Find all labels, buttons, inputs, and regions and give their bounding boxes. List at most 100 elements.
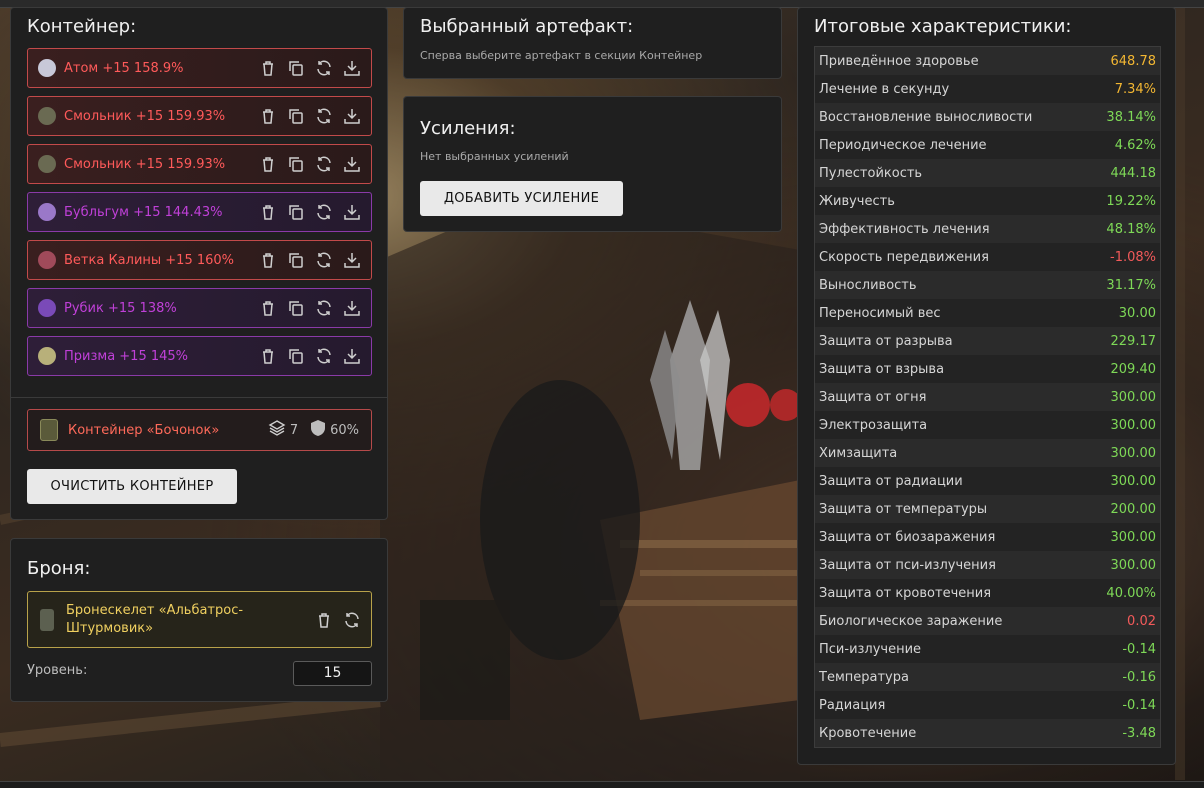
replace-icon[interactable]	[315, 203, 333, 221]
level-input[interactable]: 15	[293, 661, 372, 686]
artifact-item[interactable]: Ветка Калины +15 160%	[27, 240, 372, 280]
kalina-branch-artifact-icon	[38, 251, 56, 269]
download-icon[interactable]	[343, 107, 361, 125]
replace-icon[interactable]	[315, 107, 333, 125]
stat-value: -0.16	[1122, 669, 1156, 685]
artifact-actions	[259, 155, 361, 173]
trash-icon[interactable]	[259, 155, 277, 173]
copy-icon[interactable]	[287, 107, 305, 125]
download-icon[interactable]	[343, 347, 361, 365]
copy-icon[interactable]	[287, 347, 305, 365]
trash-icon[interactable]	[259, 347, 277, 365]
trash-icon[interactable]	[259, 203, 277, 221]
stat-row: Лечение в секунду 7.34%	[815, 75, 1160, 103]
smolnik-artifact-icon	[38, 107, 56, 125]
armor-item[interactable]: Бронескелет «Альбатрос-Штурмовик»	[27, 591, 372, 648]
stat-row: Скорость передвижения -1.08%	[815, 243, 1160, 271]
download-icon[interactable]	[343, 155, 361, 173]
stat-row: Химзащита 300.00	[815, 439, 1160, 467]
copy-icon[interactable]	[287, 251, 305, 269]
stat-name: Защита от радиации	[819, 473, 963, 489]
artifact-label: Бубльгум +15 144.43%	[64, 204, 223, 220]
copy-icon[interactable]	[287, 299, 305, 317]
download-icon[interactable]	[343, 59, 361, 77]
container-panel: Контейнер: Атом +15 158.9% Смольник +15 1…	[10, 7, 388, 520]
stat-row: Эффективность лечения 48.18%	[815, 215, 1160, 243]
stat-name: Выносливость	[819, 277, 917, 293]
stat-name: Восстановление выносливости	[819, 109, 1033, 125]
artifact-item[interactable]: Смольник +15 159.93%	[27, 144, 372, 184]
stat-name: Скорость передвижения	[819, 249, 989, 265]
trash-icon[interactable]	[315, 611, 333, 629]
stat-value: 444.18	[1110, 165, 1157, 181]
replace-icon[interactable]	[315, 347, 333, 365]
replace-icon[interactable]	[343, 611, 361, 629]
download-icon[interactable]	[343, 203, 361, 221]
stat-name: Живучесть	[819, 193, 895, 209]
smolnik-artifact-icon	[38, 155, 56, 173]
exoskeleton-armor-icon	[40, 608, 54, 631]
stat-value: 300.00	[1110, 557, 1157, 573]
replace-icon[interactable]	[315, 59, 333, 77]
stat-value: 300.00	[1110, 473, 1157, 489]
stat-row: Температура -0.16	[815, 663, 1160, 691]
clear-container-button[interactable]: ОЧИСТИТЬ КОНТЕЙНЕР	[27, 469, 237, 504]
container-slots: 7	[289, 422, 299, 438]
copy-icon[interactable]	[287, 155, 305, 173]
stat-name: Электрозащита	[819, 417, 928, 433]
stat-value: -1.08%	[1110, 249, 1156, 265]
stat-value: 300.00	[1110, 445, 1157, 461]
stat-row: Электрозащита 300.00	[815, 411, 1160, 439]
stat-row: Защита от температуры 200.00	[815, 495, 1160, 523]
container-item[interactable]: Контейнер «Бочонок» 7 60%	[27, 409, 372, 451]
stat-row: Пулестойкость 444.18	[815, 159, 1160, 187]
stat-name: Защита от температуры	[819, 501, 988, 517]
trash-icon[interactable]	[259, 299, 277, 317]
stat-value: 300.00	[1110, 417, 1157, 433]
artifact-actions	[259, 59, 361, 77]
trash-icon[interactable]	[259, 251, 277, 269]
copy-icon[interactable]	[287, 59, 305, 77]
trash-icon[interactable]	[259, 59, 277, 77]
artifact-item[interactable]: Призма +15 145%	[27, 336, 372, 376]
copy-icon[interactable]	[287, 203, 305, 221]
artifact-label: Ветка Калины +15 160%	[64, 252, 235, 268]
replace-icon[interactable]	[315, 251, 333, 269]
artifact-item[interactable]: Бубльгум +15 144.43%	[27, 192, 372, 232]
stat-name: Химзащита	[819, 445, 898, 461]
replace-icon[interactable]	[315, 155, 333, 173]
download-icon[interactable]	[343, 299, 361, 317]
stat-row: Защита от взрыва 209.40	[815, 355, 1160, 383]
replace-icon[interactable]	[315, 299, 333, 317]
stat-name: Защита от биозаражения	[819, 529, 996, 545]
selected-artifact-title: Выбранный артефакт:	[420, 16, 634, 37]
trash-icon[interactable]	[259, 107, 277, 125]
stat-name: Защита от кровотечения	[819, 585, 992, 601]
add-boost-button[interactable]: ДОБАВИТЬ УСИЛЕНИЕ	[420, 181, 623, 216]
stat-row: Биологическое заражение 0.02	[815, 607, 1160, 635]
stat-name: Кровотечение	[819, 725, 917, 741]
download-icon[interactable]	[343, 251, 361, 269]
stat-row: Живучесть 19.22%	[815, 187, 1160, 215]
stat-name: Биологическое заражение	[819, 613, 1003, 629]
stat-name: Защита от разрыва	[819, 333, 953, 349]
stat-value: 229.17	[1110, 333, 1157, 349]
stat-name: Приведённое здоровье	[819, 53, 979, 69]
stat-name: Пулестойкость	[819, 165, 923, 181]
bubblegum-artifact-icon	[38, 203, 56, 221]
artifact-item[interactable]: Смольник +15 159.93%	[27, 96, 372, 136]
stat-value: 300.00	[1110, 389, 1157, 405]
artifact-item[interactable]: Атом +15 158.9%	[27, 48, 372, 88]
container-label: Контейнер «Бочонок»	[68, 422, 220, 438]
stat-row: Пси-излучение -0.14	[815, 635, 1160, 663]
artifact-actions	[259, 251, 361, 269]
stat-value: 31.17%	[1106, 277, 1156, 293]
artifact-label: Смольник +15 159.93%	[64, 156, 226, 172]
stat-row: Радиация -0.14	[815, 691, 1160, 719]
stat-name: Эффективность лечения	[819, 221, 990, 237]
stat-value: 30.00	[1118, 305, 1156, 321]
barrel-container-icon	[40, 419, 58, 441]
divider	[11, 397, 387, 398]
layers-icon	[268, 419, 286, 441]
artifact-item[interactable]: Рубик +15 138%	[27, 288, 372, 328]
